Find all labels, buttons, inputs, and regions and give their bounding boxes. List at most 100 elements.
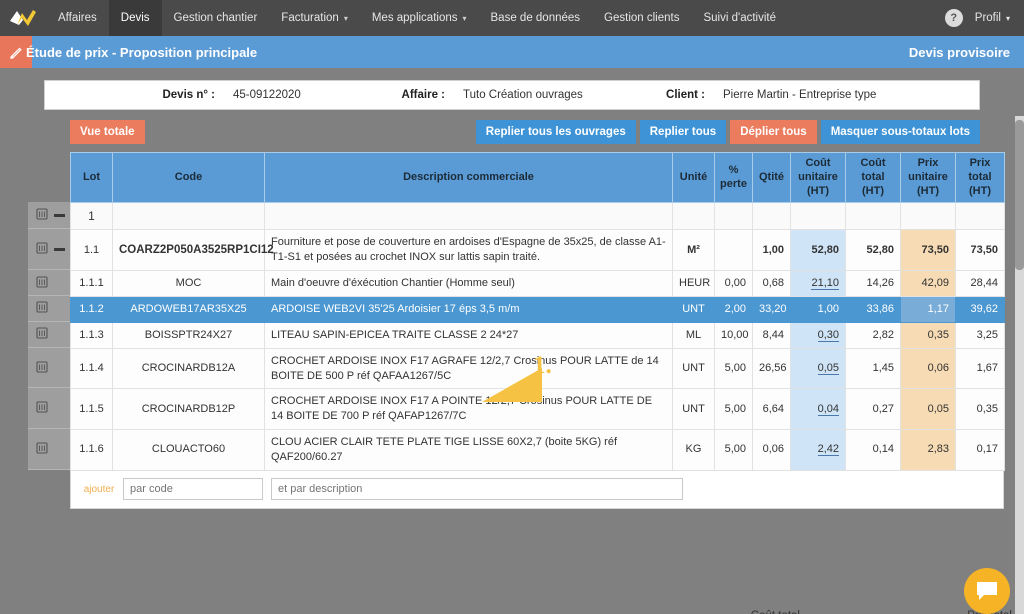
delete-row-button[interactable]	[36, 241, 48, 257]
cell-cout-total[interactable]: 0,14	[845, 429, 901, 471]
add-by-code-input[interactable]	[123, 478, 263, 501]
cell-prix-unitaire[interactable]: 1,17	[900, 295, 956, 323]
cell-cout-total[interactable]: 52,80	[845, 229, 901, 272]
table-row[interactable]: 1	[70, 202, 1005, 231]
cell-qtite[interactable]: 33,20	[752, 295, 791, 323]
cell-prix-unitaire[interactable]	[900, 202, 956, 231]
profile-menu[interactable]: Profil ▾	[975, 0, 1024, 36]
cell-lot[interactable]: 1.1	[70, 229, 113, 272]
cell-cout-unitaire[interactable]: 0,05	[790, 347, 846, 390]
delete-row-button[interactable]	[36, 207, 48, 223]
cell-description[interactable]: Fourniture et pose de couverture en ardo…	[264, 229, 673, 272]
cell-prix-unitaire[interactable]: 0,06	[900, 347, 956, 390]
delete-row-button[interactable]	[36, 300, 48, 316]
nav-item-facturation[interactable]: Facturation ▾	[269, 0, 360, 36]
cell-prix-unitaire[interactable]: 2,83	[900, 429, 956, 471]
cell-unite[interactable]: UNT	[672, 388, 715, 431]
page-scrollbar-thumb[interactable]	[1015, 120, 1024, 270]
cell-cout-total[interactable]: 14,26	[845, 270, 901, 297]
cell-qtite[interactable]: 0,68	[752, 270, 791, 297]
cell-description[interactable]: CLOU ACIER CLAIR TETE PLATE TIGE LISSE 6…	[264, 429, 673, 471]
cell-lot[interactable]: 1.1.5	[70, 388, 113, 431]
collapse-row-button[interactable]	[53, 213, 66, 217]
cell-cout-unitaire[interactable]: 21,10	[790, 270, 846, 297]
cell-lot[interactable]: 1.1.2	[70, 295, 113, 323]
chat-support-button[interactable]	[964, 568, 1010, 614]
nav-item-mes-applications[interactable]: Mes applications ▾	[360, 0, 479, 36]
delete-row-button[interactable]	[36, 360, 48, 376]
cell-lot[interactable]: 1.1.4	[70, 347, 113, 390]
nav-item-affaires[interactable]: Affaires	[46, 0, 109, 36]
cell-description[interactable]: Main d'oeuvre d'éxécution Chantier (Homm…	[264, 270, 673, 297]
cell-prix-total[interactable]: 1,67	[955, 347, 1005, 390]
table-row[interactable]: 1.1.2 ARDOWEB17AR35X25 ARDOISE WEB2VI 35'2…	[70, 295, 1005, 323]
help-icon[interactable]: ?	[944, 9, 963, 27]
cell-qtite[interactable]	[752, 202, 791, 231]
cell-qtite[interactable]: 1,00	[752, 229, 791, 272]
cell-lot[interactable]: 1.1.6	[70, 429, 113, 471]
cell-cout-unitaire[interactable]	[790, 202, 846, 231]
cell-prix-total[interactable]: 39,62	[955, 295, 1005, 323]
table-row[interactable]: 1.1.6 CLOUACTO60 CLOU ACIER CLAIR TETE PLA…	[70, 429, 1005, 471]
cell-code[interactable]: CROCINARDB12P	[112, 388, 265, 431]
cell-code[interactable]: ARDOWEB17AR35X25	[112, 295, 265, 323]
col-header-cout-unitaire[interactable]: Coût unitaire (HT)	[790, 151, 846, 204]
col-header-code[interactable]: Code	[112, 151, 265, 204]
cell-prix-total[interactable]	[955, 202, 1005, 231]
cell-lot[interactable]: 1.1.3	[70, 321, 113, 349]
cell-perte[interactable]: 0,00	[714, 270, 753, 297]
cell-cout-total[interactable]: 0,27	[845, 388, 901, 431]
col-header-qtite[interactable]: Qtité	[752, 151, 791, 204]
cell-perte[interactable]: 5,00	[714, 429, 753, 471]
collapse-row-button[interactable]	[53, 247, 66, 251]
cell-unite[interactable]: HEUR	[672, 270, 715, 297]
cell-prix-total[interactable]: 0,35	[955, 388, 1005, 431]
cell-description[interactable]: LITEAU SAPIN-EPICEA TRAITE CLASSE 2 24*2…	[264, 321, 673, 349]
delete-row-button[interactable]	[36, 275, 48, 291]
cell-cout-total[interactable]	[845, 202, 901, 231]
cell-qtite[interactable]: 0,06	[752, 429, 791, 471]
cell-cout-unitaire[interactable]: 2,42	[790, 429, 846, 471]
col-header-unite[interactable]: Unité	[672, 151, 715, 204]
vue-totale-button[interactable]: Vue totale	[70, 120, 145, 144]
replier-tous-button[interactable]: Replier tous	[639, 120, 727, 144]
cell-prix-total[interactable]: 3,25	[955, 321, 1005, 349]
col-header-perte[interactable]: % perte	[714, 151, 753, 204]
cell-prix-total[interactable]: 28,44	[955, 270, 1005, 297]
cell-prix-total[interactable]: 0,17	[955, 429, 1005, 471]
cell-unite[interactable]: UNT	[672, 347, 715, 390]
cell-cout-unitaire[interactable]: 52,80	[790, 229, 846, 272]
cell-cout-unitaire[interactable]: 0,30	[790, 321, 846, 349]
cell-perte[interactable]: 2,00	[714, 295, 753, 323]
cell-lot[interactable]: 1	[70, 202, 113, 231]
cell-qtite[interactable]: 26,56	[752, 347, 791, 390]
cell-code[interactable]: COARZ2P050A3525RP1CI12	[112, 229, 274, 272]
cell-cout-total[interactable]: 2,82	[845, 321, 901, 349]
col-header-lot[interactable]: Lot	[70, 151, 113, 204]
replier-ouvrages-button[interactable]: Replier tous les ouvrages	[475, 120, 636, 144]
table-row[interactable]: 1.1.4 CROCINARDB12A CROCHET ARDOISE INOX F…	[70, 347, 1005, 390]
cell-perte[interactable]	[714, 202, 753, 231]
cell-description[interactable]: CROCHET ARDOISE INOX F17 AGRAFE 12/2,7 C…	[264, 347, 673, 390]
delete-row-button[interactable]	[36, 400, 48, 416]
cell-code[interactable]	[112, 202, 265, 231]
cell-description[interactable]: CROCHET ARDOISE INOX F17 A POINTE 12/2,7…	[264, 388, 673, 431]
cell-unite[interactable]: UNT	[672, 295, 715, 323]
cell-qtite[interactable]: 6,64	[752, 388, 791, 431]
col-header-cout-total[interactable]: Coût total (HT)	[845, 151, 901, 204]
cell-prix-total[interactable]: 73,50	[955, 229, 1005, 272]
cell-qtite[interactable]: 8,44	[752, 321, 791, 349]
deplier-tous-button[interactable]: Déplier tous	[730, 120, 817, 144]
cell-unite[interactable]	[672, 202, 715, 231]
cell-code[interactable]: MOC	[112, 270, 265, 297]
cell-prix-unitaire[interactable]: 42,09	[900, 270, 956, 297]
cell-cout-unitaire[interactable]: 1,00	[790, 295, 846, 323]
delete-row-button[interactable]	[36, 441, 48, 457]
table-row[interactable]: 1.1 COARZ2P050A3525RP1CI12 Fourniture et p…	[70, 229, 1005, 272]
cell-unite[interactable]: M²	[672, 229, 715, 272]
nav-item-base-de-donnees[interactable]: Base de données	[479, 0, 593, 36]
cell-cout-total[interactable]: 1,45	[845, 347, 901, 390]
cell-perte[interactable]: 5,00	[714, 347, 753, 390]
add-label[interactable]: ajouter	[77, 484, 121, 495]
cell-perte[interactable]	[714, 229, 753, 272]
